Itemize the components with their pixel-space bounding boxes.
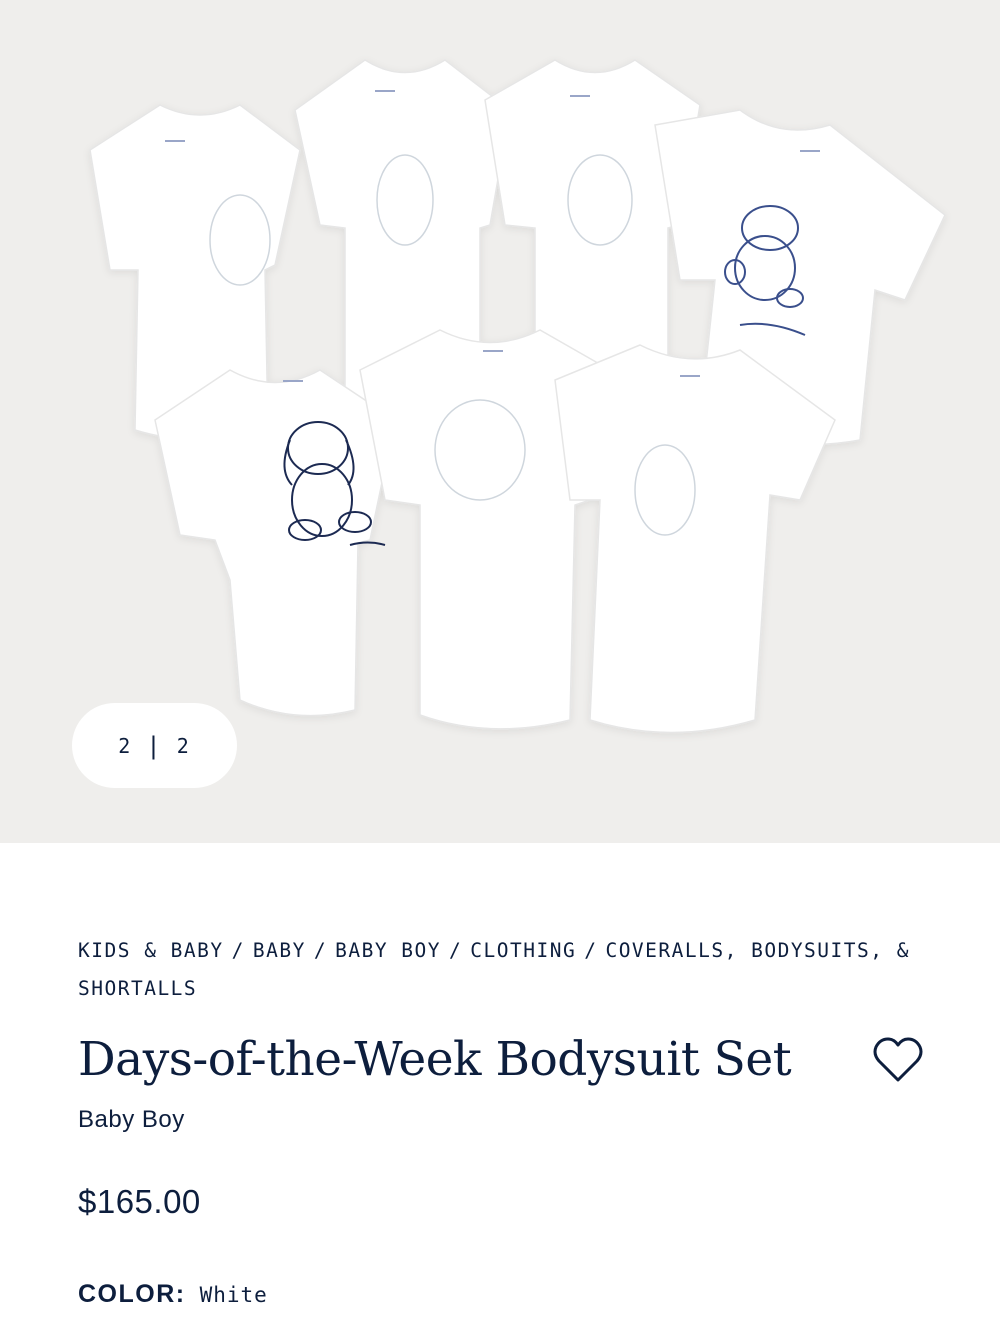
image-pager[interactable]: 2 | 2 <box>72 703 237 788</box>
color-value: White <box>199 1283 268 1307</box>
breadcrumb-baby[interactable]: BABY <box>253 939 306 962</box>
heart-outline-icon <box>873 1037 923 1082</box>
product-title: Days-of-the-Week Bodysuit Set <box>78 1032 792 1087</box>
pager-total: 2 <box>176 733 191 758</box>
pager-separator: | <box>146 731 163 760</box>
product-price: $165.00 <box>78 1183 201 1220</box>
breadcrumb: KIDS & BABY / BABY / BABY BOY / CLOTHING / COVER… <box>78 932 938 1008</box>
breadcrumb-kids-baby[interactable]: KIDS & BABY <box>78 939 224 962</box>
breadcrumb-separator: / <box>584 939 598 962</box>
breadcrumb-baby-boy[interactable]: BABY BOY <box>335 939 441 962</box>
favorite-button[interactable] <box>870 1032 926 1088</box>
product-image-gallery[interactable]: 2 | 2 <box>0 0 1000 843</box>
breadcrumb-separator: / <box>231 939 245 962</box>
product-subtitle: Baby Boy <box>78 1106 185 1133</box>
color-row: COLOR: White <box>78 1280 268 1309</box>
color-label: COLOR: <box>78 1280 186 1308</box>
breadcrumb-separator: / <box>449 939 463 962</box>
breadcrumb-separator: / <box>313 939 328 962</box>
pager-current: 2 <box>118 733 133 758</box>
breadcrumb-clothing[interactable]: CLOTHING <box>470 939 576 962</box>
